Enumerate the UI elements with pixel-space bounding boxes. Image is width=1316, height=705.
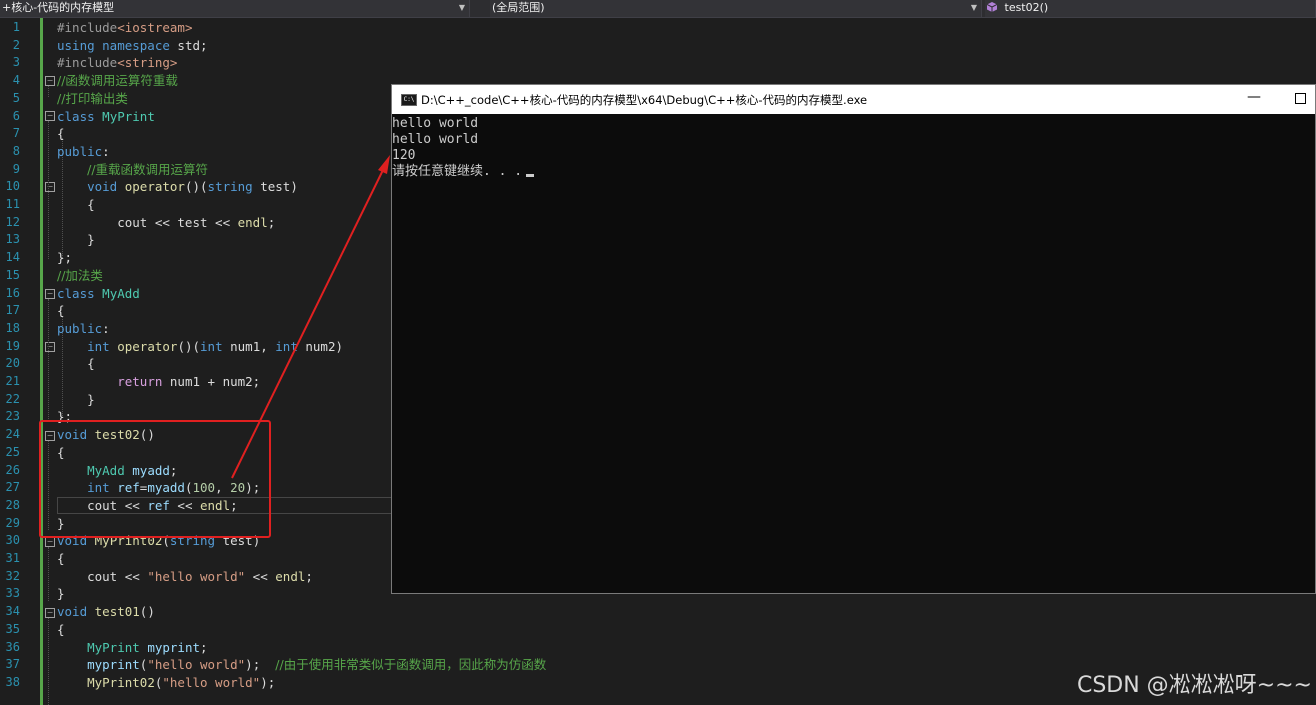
- watermark: CSDN @凇凇凇呀~~~: [1076, 673, 1312, 698]
- annotation-arrow: [231, 155, 390, 479]
